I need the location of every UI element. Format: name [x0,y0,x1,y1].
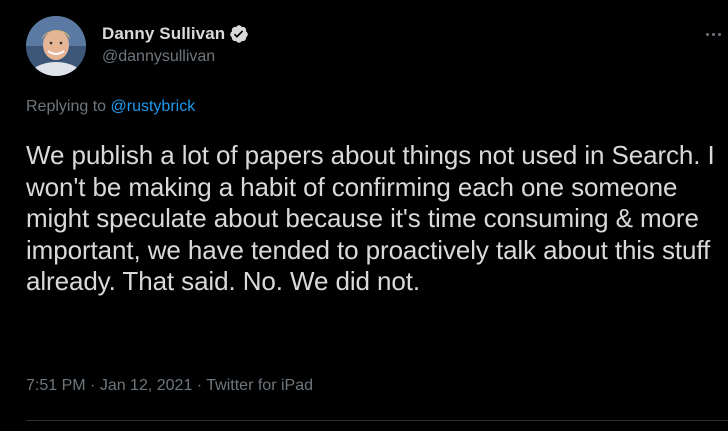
replying-prefix: Replying to [26,98,107,115]
tweet-meta: 7:51 PM · Jan 12, 2021 · Twitter for iPa… [26,377,313,395]
tweet-text: We publish a lot of papers about things … [26,140,715,296]
name-row: Danny Sullivan [102,23,249,45]
divider [26,420,728,421]
meta-separator-2: · [192,377,207,394]
tweet-time[interactable]: 7:51 PM [26,377,86,394]
profile-photo-icon [26,16,86,76]
reply-mention-link[interactable]: @rustybrick [111,98,196,115]
author-info: Danny Sullivan @dannysullivan [102,23,249,66]
avatar[interactable] [26,16,86,76]
verified-badge-icon [229,24,249,44]
tweet-card: Danny Sullivan @dannysullivan Replying t… [0,0,728,431]
more-options-icon[interactable] [706,24,728,44]
tweet-date[interactable]: Jan 12, 2021 [100,377,193,394]
tweet-header: Danny Sullivan @dannysullivan [26,14,721,76]
handle[interactable]: @dannysullivan [102,48,249,66]
replying-to: Replying to @rustybrick [26,98,195,116]
tweet-source[interactable]: Twitter for iPad [206,377,313,394]
display-name[interactable]: Danny Sullivan [102,24,225,44]
meta-separator: · [85,377,100,394]
